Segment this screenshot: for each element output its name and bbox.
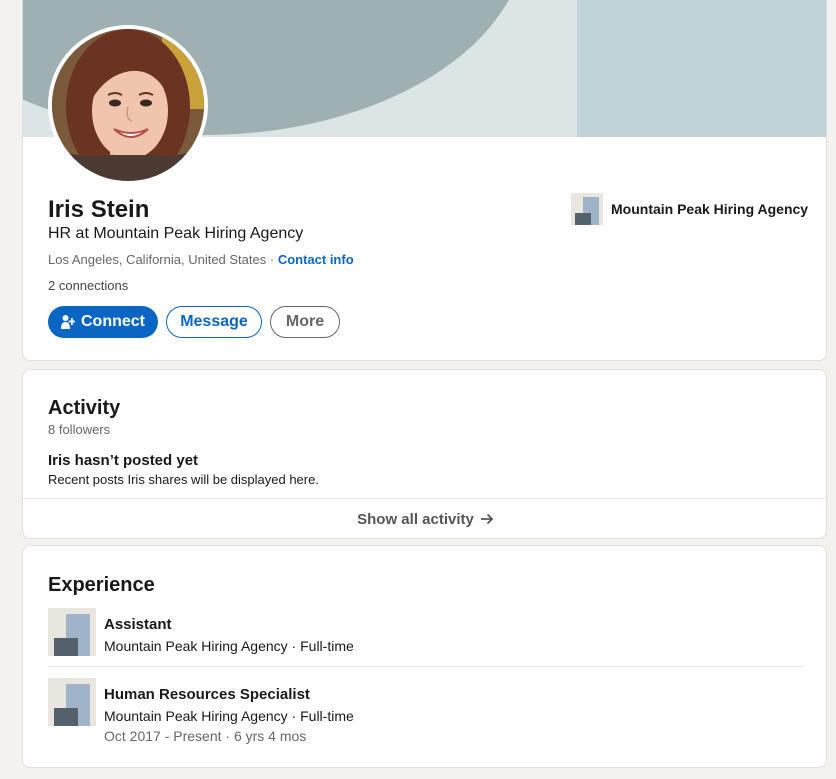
profile-name: Iris Stein — [48, 196, 150, 223]
experience-title-text: Human Resources Specialist — [104, 686, 310, 703]
current-company-link[interactable]: Mountain Peak Hiring Agency — [571, 193, 808, 225]
company-logo-icon — [48, 678, 96, 726]
arrow-right-icon — [480, 513, 494, 525]
banner-shape — [577, 0, 826, 137]
experience-title: Experience — [48, 574, 155, 596]
avatar-illustration — [52, 29, 204, 181]
message-button[interactable]: Message — [166, 306, 262, 338]
company-logo-icon — [48, 608, 96, 656]
connections-count[interactable]: 2 connections — [48, 278, 128, 293]
followers-count: 8 followers — [48, 422, 111, 437]
experience-company: Mountain Peak Hiring Agency · Full-time — [104, 708, 354, 724]
experience-company: Mountain Peak Hiring Agency · Full-time — [104, 638, 354, 654]
profile-headline: HR at Mountain Peak Hiring Agency — [48, 225, 304, 242]
experience-item[interactable]: Human Resources Specialist Mountain Peak… — [48, 678, 803, 744]
no-posts-subtitle: Recent posts Iris shares will be display… — [48, 472, 319, 487]
experience-section: Experience Assistant Mountain Peak Hirin… — [22, 545, 827, 768]
activity-section: Activity 8 followers Iris hasn’t posted … — [22, 369, 827, 539]
add-person-icon — [61, 314, 75, 330]
divider — [48, 666, 803, 667]
separator: · — [266, 252, 278, 267]
show-all-activity-button[interactable]: Show all activity — [23, 499, 826, 538]
current-company-name: Mountain Peak Hiring Agency — [611, 201, 809, 217]
profile-photo[interactable] — [48, 25, 208, 185]
no-posts-title: Iris hasn’t posted yet — [48, 452, 199, 469]
show-all-activity-label: Show all activity — [357, 510, 474, 528]
experience-dates: Oct 2017 - Present · 6 yrs 4 mos — [104, 728, 307, 744]
company-logo-icon — [571, 193, 603, 225]
profile-card: Iris Stein HR at Mountain Peak Hiring Ag… — [22, 0, 827, 361]
contact-info-link[interactable]: Contact info — [278, 252, 354, 267]
experience-item[interactable]: Assistant Mountain Peak Hiring Agency · … — [48, 608, 803, 664]
profile-location: Los Angeles, California, United States — [48, 252, 267, 267]
more-button[interactable]: More — [270, 306, 340, 338]
connect-button-label: Connect — [81, 313, 145, 330]
location-line: Los Angeles, California, United States ·… — [48, 252, 354, 267]
experience-title-text: Assistant — [104, 616, 172, 633]
connect-button[interactable]: Connect — [48, 306, 158, 338]
activity-title: Activity — [48, 397, 121, 419]
